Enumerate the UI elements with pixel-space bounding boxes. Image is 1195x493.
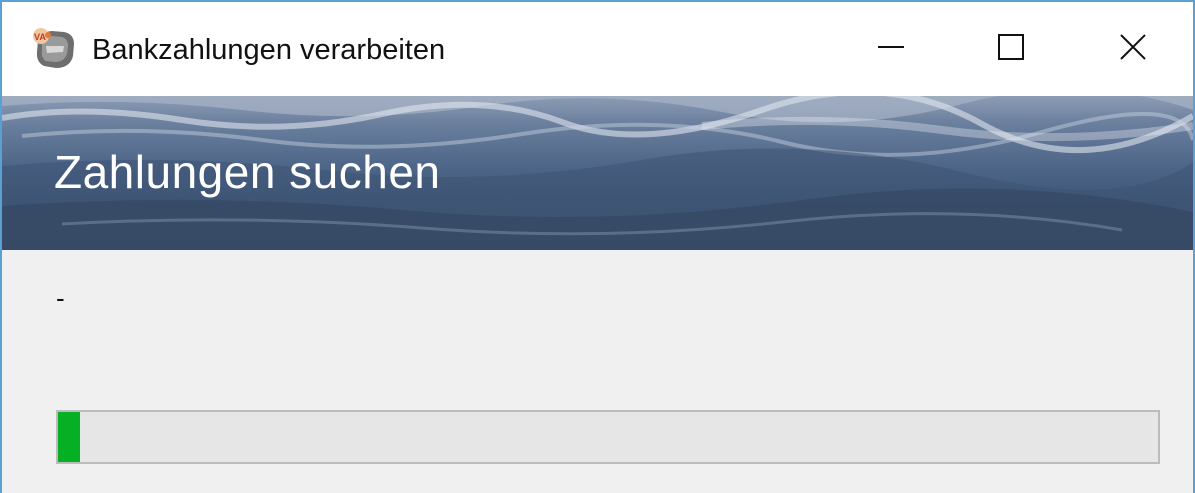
close-button[interactable]	[1073, 2, 1193, 96]
maximize-icon	[996, 32, 1026, 67]
app-icon: VA	[30, 26, 80, 74]
main-content: -	[2, 250, 1193, 493]
progress-fill	[58, 412, 80, 462]
minimize-icon	[876, 32, 906, 67]
window-title: Bankzahlungen verarbeiten	[92, 34, 446, 66]
progress-bar	[56, 410, 1160, 464]
page-title: Zahlungen suchen	[54, 146, 441, 198]
maximize-button[interactable]	[951, 2, 1071, 96]
minimize-button[interactable]	[831, 2, 951, 96]
svg-text:VA: VA	[34, 32, 46, 42]
app-window: VA Bankzahlungen verarbeiten Zahlungen s…	[0, 0, 1195, 493]
status-text: -	[56, 283, 65, 313]
header-banner: Zahlungen suchen	[2, 96, 1193, 250]
close-icon	[1118, 32, 1148, 67]
title-bar[interactable]: VA Bankzahlungen verarbeiten	[2, 2, 1193, 96]
